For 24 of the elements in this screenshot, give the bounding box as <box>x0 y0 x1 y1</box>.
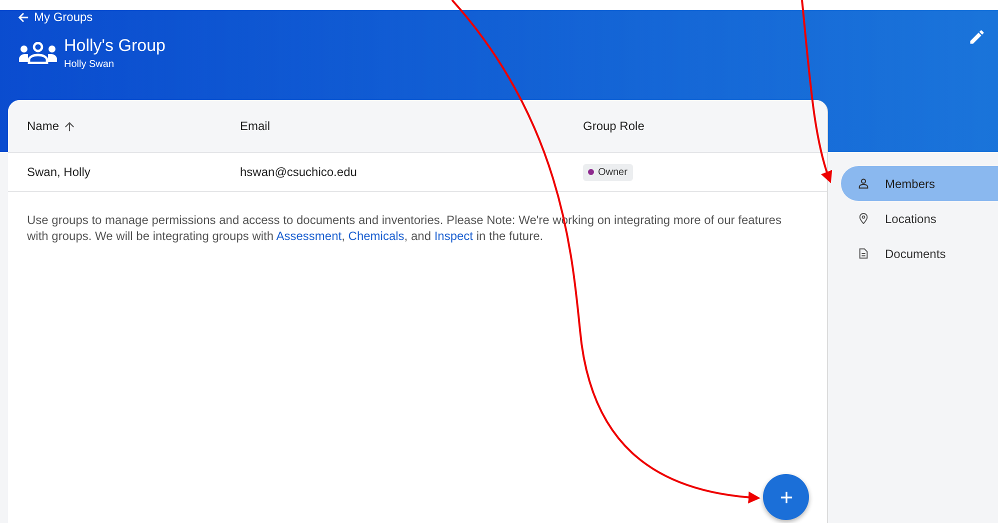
text-link[interactable]: Chemicals <box>348 229 404 243</box>
group-title: Holly's Group <box>64 36 166 56</box>
document-icon <box>858 248 869 259</box>
back-arrow-icon <box>18 12 29 23</box>
plus-icon <box>780 490 792 504</box>
sidebar-item[interactable]: Members <box>841 166 998 201</box>
column-header[interactable]: Name <box>8 119 240 133</box>
column-header[interactable]: Group Role <box>583 119 644 133</box>
email-cell-text: hswan@csuchico.edu <box>240 165 358 179</box>
back-link[interactable]: My Groups <box>18 11 93 24</box>
role-chip: Owner <box>583 164 634 180</box>
name-cell-text: Swan, Holly <box>26 165 92 179</box>
add-button[interactable] <box>763 474 809 520</box>
text-link[interactable]: Inspect <box>434 229 474 243</box>
location-pin-icon <box>858 213 869 224</box>
sidebar-item[interactable]: Locations <box>841 201 998 236</box>
edit-icon[interactable] <box>968 28 986 46</box>
group-owner: Holly Swan <box>64 59 116 70</box>
sort-arrow-icon <box>64 120 76 132</box>
person-icon <box>858 178 869 189</box>
column-header[interactable]: Email <box>240 119 583 133</box>
text-link[interactable]: Assessment <box>276 229 342 243</box>
group-icon <box>18 42 58 64</box>
sidebar-item[interactable]: Documents <box>841 236 998 271</box>
